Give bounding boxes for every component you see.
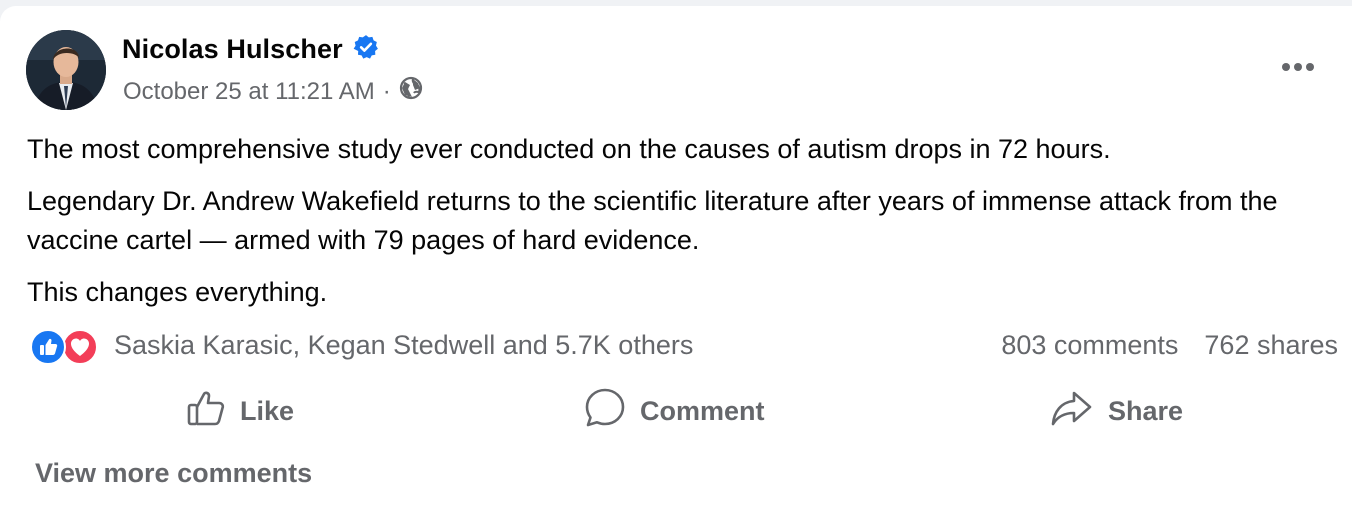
comment-button[interactable]: Comment xyxy=(584,382,765,440)
comment-bubble-icon xyxy=(584,387,626,436)
post-body: The most comprehensive study ever conduc… xyxy=(27,130,1327,325)
post-timestamp[interactable]: October 25 at 11:21 AM xyxy=(123,78,375,106)
love-icon xyxy=(62,329,98,365)
meta-separator: · xyxy=(382,77,391,105)
avatar[interactable] xyxy=(26,30,106,110)
comment-label: Comment xyxy=(640,395,765,426)
shares-count[interactable]: 762 shares xyxy=(1204,330,1338,361)
more-options-button[interactable] xyxy=(1278,52,1318,82)
share-button[interactable]: Share xyxy=(1050,382,1183,440)
post-paragraph: This changes everything. xyxy=(27,277,328,307)
author-name[interactable]: Nicolas Hulscher xyxy=(122,34,343,65)
comments-count[interactable]: 803 comments xyxy=(1001,330,1178,361)
engagement-counts: 803 comments 762 shares xyxy=(1001,330,1338,361)
share-label: Share xyxy=(1108,395,1184,426)
post-paragraph: The most comprehensive study ever conduc… xyxy=(27,134,1111,164)
post-meta: October 25 at 11:21 AM · xyxy=(123,76,423,107)
view-more-comments-link[interactable]: View more comments xyxy=(35,458,312,489)
reactors-summary[interactable]: Saskia Karasic, Kegan Stedwell and 5.7K … xyxy=(114,330,693,361)
like-label: Like xyxy=(240,395,295,426)
reaction-icons[interactable] xyxy=(30,329,104,365)
post-paragraph: Legendary Dr. Andrew Wakefield returns t… xyxy=(27,186,1278,255)
globe-icon[interactable] xyxy=(399,76,423,107)
share-arrow-icon xyxy=(1050,388,1094,435)
thumbs-up-icon xyxy=(186,388,226,435)
like-button[interactable]: Like xyxy=(186,382,294,440)
post-card: Nicolas Hulscher October 25 at 11:21 AM … xyxy=(0,6,1352,506)
action-bar: Like Comment Share xyxy=(0,382,1352,440)
like-icon xyxy=(30,329,66,365)
reactions-bar: Saskia Karasic, Kegan Stedwell and 5.7K … xyxy=(28,324,1338,368)
verified-badge-icon xyxy=(353,34,379,65)
more-dots-icon xyxy=(1282,63,1314,71)
post-author: Nicolas Hulscher xyxy=(122,34,379,65)
